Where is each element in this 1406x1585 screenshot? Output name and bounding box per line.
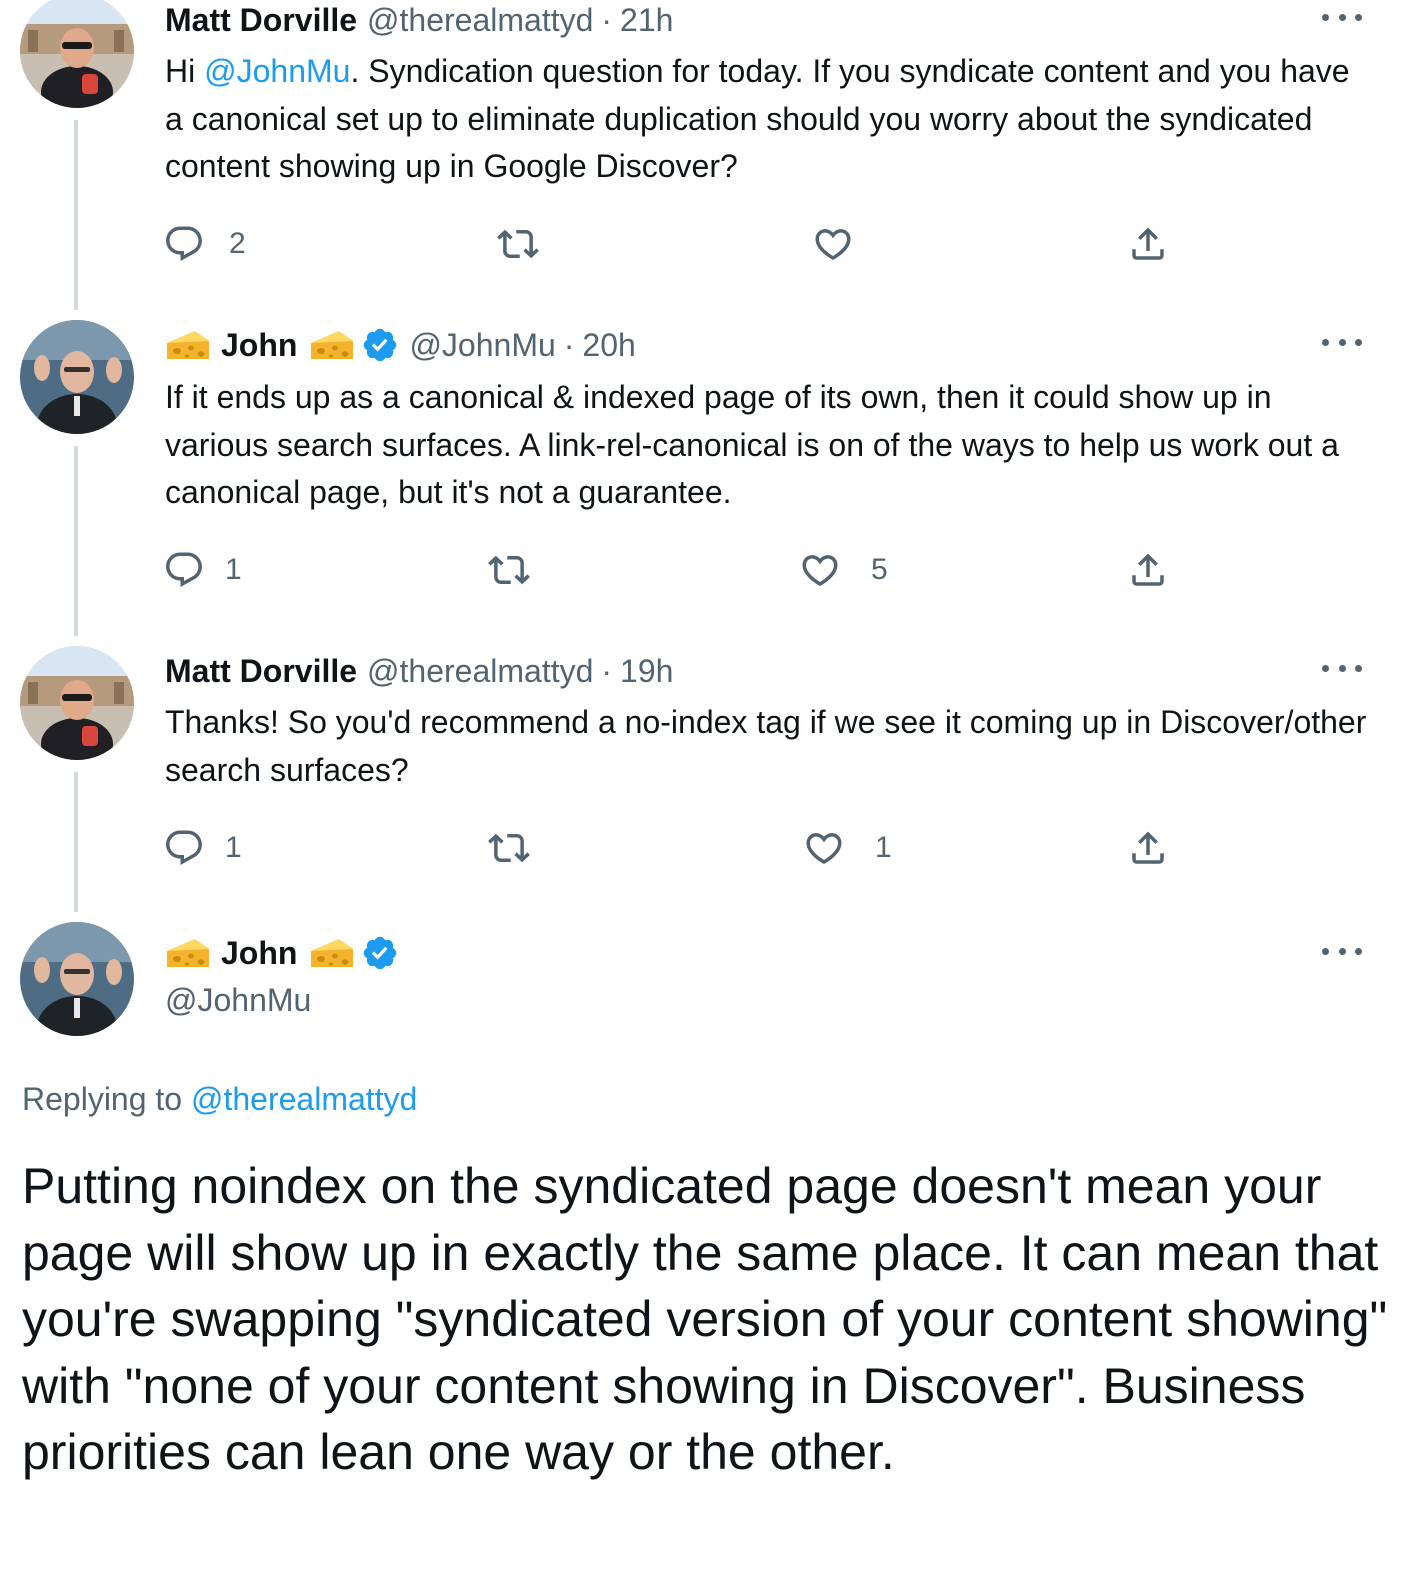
tweet-header: Matt Dorville @therealmattyd · 21h [165,0,673,40]
author-name[interactable]: John [221,325,297,365]
more-icon[interactable] [1322,948,1362,960]
share-button[interactable] [1127,223,1169,265]
reply-count: 2 [229,227,246,260]
timestamp[interactable]: 20h [582,325,635,365]
cheese-emoji-icon [309,327,355,363]
tweet-text: Thanks! So you'd recommend a no-index ta… [165,704,1367,788]
author-name[interactable]: John [221,933,297,973]
separator: · [601,653,613,689]
share-icon [1127,549,1169,591]
replying-mention-link[interactable]: @therealmattyd [191,1081,417,1117]
heart-icon [812,223,854,265]
author-name[interactable]: Matt Dorville [165,0,357,40]
share-icon [1127,223,1169,265]
timestamp[interactable]: 21h [620,0,673,40]
retweet-button[interactable] [488,827,530,869]
tweet-header: John [165,933,399,973]
share-button[interactable] [1127,549,1169,591]
tweet-text: Hi @JohnMu. Syndication question for tod… [165,48,1375,191]
more-icon[interactable] [1322,14,1362,26]
author-name[interactable]: Matt Dorville [165,651,357,691]
reply-button[interactable]: 1 [163,827,242,869]
retweet-button[interactable] [497,223,539,265]
avatar-image [20,320,134,434]
timestamp[interactable]: 19h [620,651,673,691]
avatar[interactable] [20,320,134,434]
like-button[interactable] [812,223,854,265]
more-icon[interactable] [1322,339,1362,351]
mention-link[interactable]: @JohnMu [204,53,350,89]
avatar[interactable] [20,922,134,1036]
retweet-icon [497,223,539,265]
cheese-emoji-icon [165,327,211,363]
text-segment: Hi [165,53,205,89]
replying-to: Replying to @therealmattyd [22,1079,417,1119]
avatar-image [20,922,134,1036]
share-button[interactable] [1127,827,1169,869]
thread-line [74,446,78,636]
author-handle[interactable]: @JohnMu [165,980,311,1020]
verified-badge-icon [361,326,399,364]
cheese-emoji-icon [309,935,355,971]
retweet-icon [488,549,530,591]
thread-line [74,772,78,912]
heart-icon [803,827,845,869]
like-button[interactable]: 5 [799,549,888,591]
author-handle[interactable]: @JohnMu [409,325,555,365]
like-count: 1 [875,831,892,864]
reply-count: 1 [225,553,242,586]
avatar-image [20,0,134,108]
author-handle[interactable]: @therealmattyd [367,0,593,40]
handle-row: @JohnMu [165,980,311,1020]
cheese-emoji-icon [165,935,211,971]
author-handle[interactable]: @therealmattyd [367,651,593,691]
more-icon[interactable] [1322,665,1362,677]
replying-label: Replying to [22,1081,191,1117]
retweet-button[interactable] [488,549,530,591]
tweet-header: Matt Dorville @therealmattyd · 19h [165,651,673,691]
reply-icon [163,549,205,591]
verified-badge-icon [361,934,399,972]
thread-line [74,120,78,310]
reply-button[interactable]: 2 [163,223,246,265]
like-count: 5 [871,553,888,586]
heart-icon [799,549,841,591]
reply-icon [163,223,205,265]
tweet-text: If it ends up as a canonical & indexed p… [165,379,1339,510]
separator: · [563,327,575,363]
main-tweet-text: Putting noindex on the syndicated page d… [22,1158,1388,1480]
like-button[interactable]: 1 [803,827,892,869]
reply-button[interactable]: 1 [163,549,242,591]
tweet-header: John @JohnMu · 20h [165,325,636,365]
reply-count: 1 [225,831,242,864]
reply-icon [163,827,205,869]
avatar[interactable] [20,0,134,108]
separator: · [601,2,613,38]
avatar[interactable] [20,646,134,760]
retweet-icon [488,827,530,869]
share-icon [1127,827,1169,869]
avatar-image [20,646,134,760]
